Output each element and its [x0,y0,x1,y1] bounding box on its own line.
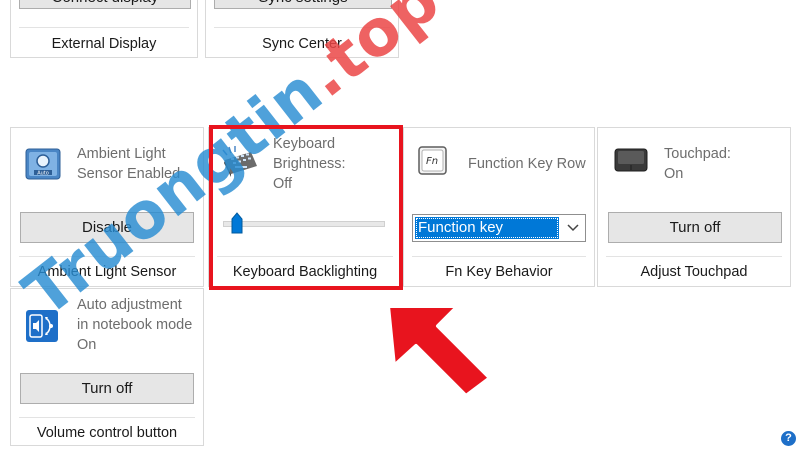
tile-title: Ambient Light Sensor [37,264,177,280]
tile-separator [19,27,189,28]
tile-title: Keyboard Backlighting [232,264,378,280]
ambient-light-sensor-tile: Auto Ambient Light Sensor Enabled Disabl… [10,127,204,287]
volume-control-tile: Auto adjustment in notebook mode On Turn… [10,288,204,446]
tile-title: Adjust Touchpad [640,264,748,280]
volume-control-icon [25,309,59,348]
disable-button[interactable]: Disable [20,212,194,243]
tile-separator [19,256,195,257]
arrow-annotation-icon [386,304,492,398]
connect-display-button[interactable]: Connect display [19,0,191,9]
brightness-slider-track[interactable] [223,221,385,227]
external-display-tile: Connect display External Display [10,0,198,58]
auto-adjustment-status: Auto adjustment in notebook mode On [77,297,193,353]
help-icon[interactable]: ? [781,431,796,446]
tile-separator [19,417,195,418]
touchpad-turn-off-button[interactable]: Turn off [608,212,782,243]
chevron-down-icon [567,224,579,232]
touchpad-status: Touchpad: On [664,146,731,182]
tile-separator [606,256,782,257]
fn-key-icon-text: Fn [426,156,438,167]
sync-center-tile: Sync settings Sync Center [205,0,399,58]
ambient-light-sensor-icon: Auto [25,148,61,187]
tile-separator [214,27,390,28]
sync-settings-button[interactable]: Sync settings [214,0,392,9]
keyboard-backlight-icon [221,146,259,183]
fn-key-selected-value: Function key [415,217,559,239]
keyboard-backlighting-tile: Keyboard Brightness: Off Keyboard Backli… [208,127,402,287]
touchpad-icon [614,148,648,177]
adjust-touchpad-tile: Touchpad: On Turn off Adjust Touchpad [597,127,791,287]
tile-title: Volume control button [36,425,178,441]
tile-title: Sync Center [262,36,342,52]
fn-key-icon: Fn [418,146,448,181]
tile-title: Fn Key Behavior [445,264,553,280]
fn-key-dropdown[interactable]: Function key [412,214,586,242]
volume-turn-off-button[interactable]: Turn off [20,373,194,404]
tile-title: External Display [51,36,157,52]
function-key-row-label: Function Key Row [468,156,586,172]
brightness-slider-thumb[interactable] [231,212,243,234]
fn-key-behavior-tile: Fn Function Key Row Function key Fn Key … [403,127,595,287]
svg-text:Auto: Auto [37,171,49,177]
ambient-light-status: Ambient Light Sensor Enabled [77,146,181,182]
tile-separator [412,256,586,257]
keyboard-brightness-status: Keyboard Brightness: Off [273,136,346,192]
tile-separator [217,256,393,257]
